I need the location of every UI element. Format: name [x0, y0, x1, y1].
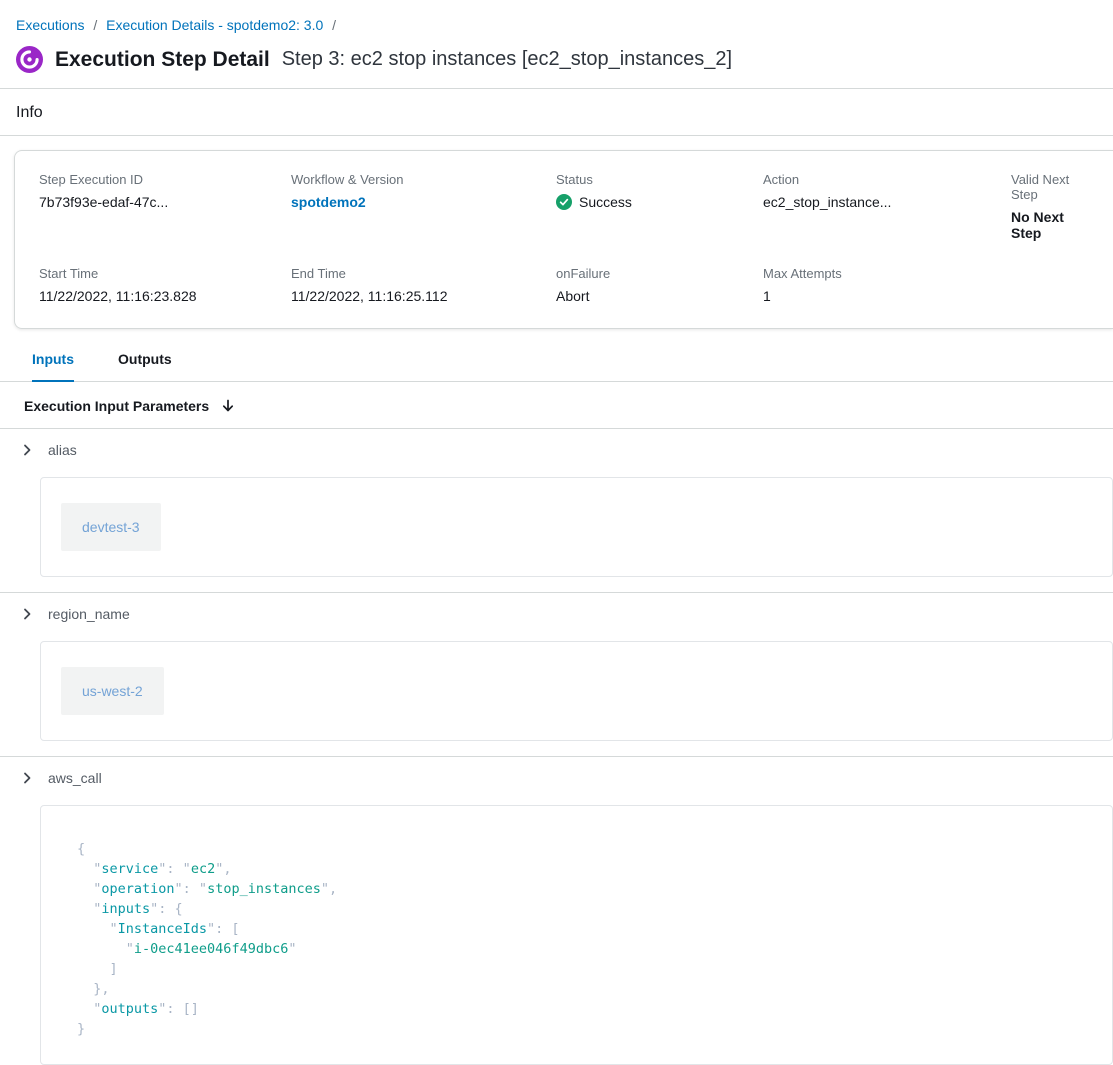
expander-alias[interactable]: alias: [0, 429, 1113, 470]
field-value: 11/22/2022, 11:16:25.112: [291, 288, 556, 304]
params-header-label: Execution Input Parameters: [24, 398, 209, 414]
param-name: region_name: [48, 606, 130, 622]
param-section-aws-call: aws_call { "service": "ec2", "operation"…: [0, 756, 1113, 1065]
breadcrumb-separator: /: [93, 17, 97, 33]
param-section-alias: alias devtest-3: [0, 428, 1113, 577]
status-text: Success: [579, 194, 632, 210]
field-label: End Time: [291, 266, 556, 281]
info-divider: [0, 135, 1113, 136]
arrow-down-icon[interactable]: [220, 398, 236, 414]
field-value: Abort: [556, 288, 763, 304]
field-max-attempts: Max Attempts 1: [763, 266, 1011, 304]
field-value: 1: [763, 288, 1011, 304]
field-start-time: Start Time 11/22/2022, 11:16:23.828: [39, 266, 291, 304]
field-label: onFailure: [556, 266, 763, 281]
alias-value-chip: devtest-3: [61, 503, 161, 551]
field-value: 11/22/2022, 11:16:23.828: [39, 288, 291, 304]
page-title: Execution Step Detail: [55, 48, 270, 72]
expander-aws-call[interactable]: aws_call: [0, 757, 1113, 798]
field-step-execution-id: Step Execution ID 7b73f93e-edaf-47c...: [39, 172, 291, 241]
workflow-link[interactable]: spotdemo2: [291, 194, 366, 210]
breadcrumb-link-execution-details[interactable]: Execution Details - spotdemo2: 3.0: [106, 17, 323, 33]
execution-input-parameters-header: Execution Input Parameters: [0, 382, 1113, 428]
info-card: Step Execution ID 7b73f93e-edaf-47c... W…: [14, 150, 1113, 329]
app-logo-icon: [16, 46, 43, 73]
page-subtitle: Step 3: ec2 stop instances [ec2_stop_ins…: [282, 48, 732, 71]
page-header: Execution Step Detail Step 3: ec2 stop i…: [0, 33, 1113, 88]
field-label: Workflow & Version: [291, 172, 556, 187]
param-name: aws_call: [48, 770, 102, 786]
field-label: Valid Next Step: [1011, 172, 1089, 202]
field-workflow-version: Workflow & Version spotdemo2: [291, 172, 556, 241]
field-label: Status: [556, 172, 763, 187]
breadcrumb: Executions / Execution Details - spotdem…: [0, 0, 1113, 33]
field-action: Action ec2_stop_instance...: [763, 172, 1011, 241]
param-name: alias: [48, 442, 77, 458]
tab-outputs[interactable]: Outputs: [118, 351, 172, 382]
aws-call-code-panel: { "service": "ec2", "operation": "stop_i…: [40, 805, 1113, 1065]
breadcrumb-link-executions[interactable]: Executions: [16, 17, 84, 33]
expander-region-name[interactable]: region_name: [0, 593, 1113, 634]
info-section-title: Info: [0, 89, 1113, 135]
field-value: 7b73f93e-edaf-47c...: [39, 194, 291, 210]
field-end-time: End Time 11/22/2022, 11:16:25.112: [291, 266, 556, 304]
region-name-value-panel: us-west-2: [40, 641, 1113, 741]
field-valid-next-step: Valid Next Step No Next Step: [1011, 172, 1089, 241]
info-fields-grid: Step Execution ID 7b73f93e-edaf-47c... W…: [39, 172, 1089, 304]
chevron-right-icon: [19, 770, 35, 786]
field-label: Action: [763, 172, 1011, 187]
region-name-value-chip: us-west-2: [61, 667, 164, 715]
chevron-right-icon: [19, 606, 35, 622]
field-value: No Next Step: [1011, 209, 1089, 241]
tab-bar: Inputs Outputs: [0, 351, 1113, 382]
json-code-block: { "service": "ec2", "operation": "stop_i…: [77, 839, 1092, 1039]
field-status: Status Success: [556, 172, 763, 241]
success-check-icon: [556, 194, 572, 210]
tab-inputs[interactable]: Inputs: [32, 351, 74, 382]
breadcrumb-separator: /: [332, 17, 336, 33]
field-label: Max Attempts: [763, 266, 1011, 281]
field-label: Step Execution ID: [39, 172, 291, 187]
field-value: ec2_stop_instance...: [763, 194, 1011, 210]
status-badge: Success: [556, 194, 763, 210]
alias-value-panel: devtest-3: [40, 477, 1113, 577]
field-label: Start Time: [39, 266, 291, 281]
chevron-right-icon: [19, 442, 35, 458]
param-section-region-name: region_name us-west-2: [0, 592, 1113, 741]
field-onfailure: onFailure Abort: [556, 266, 763, 304]
